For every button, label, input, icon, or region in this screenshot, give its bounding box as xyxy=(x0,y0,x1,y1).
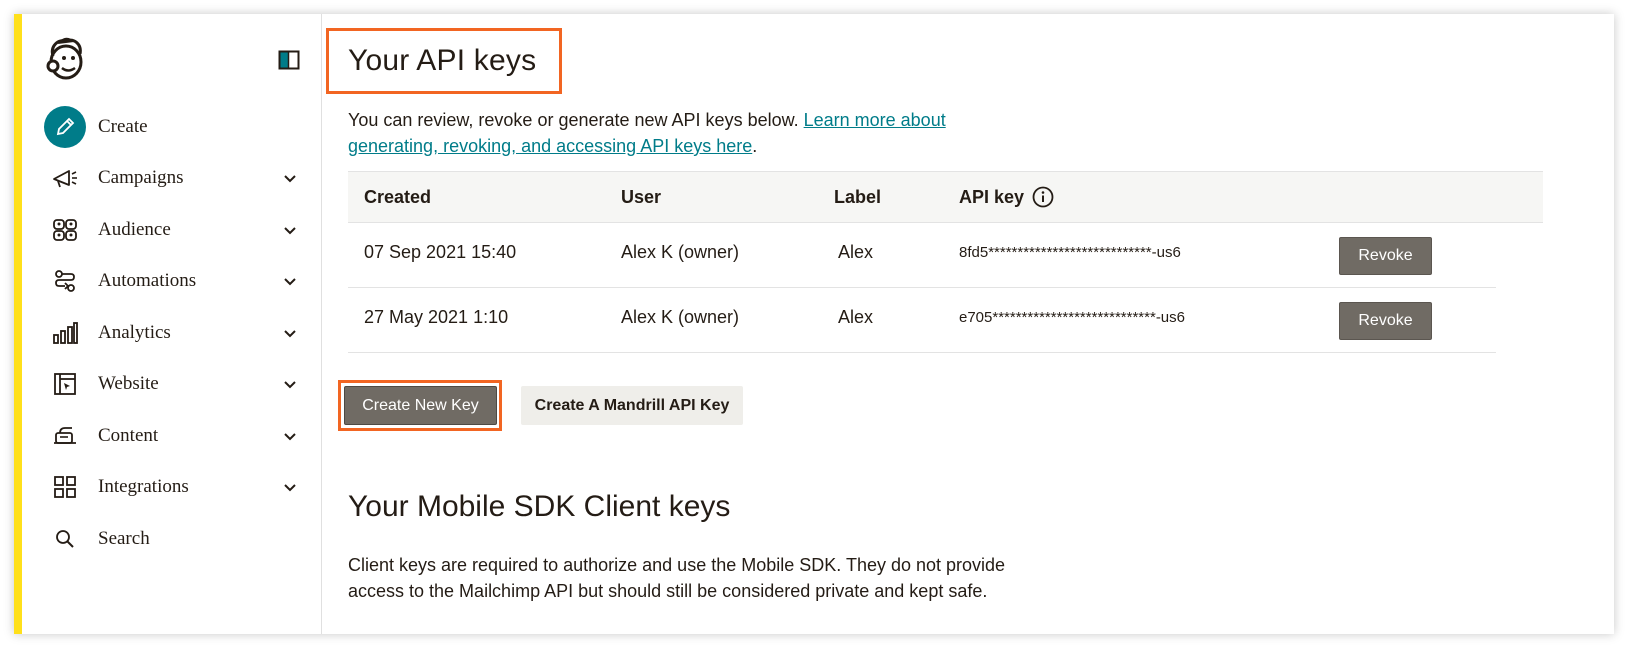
sidebar-item-automations[interactable]: Automations xyxy=(44,259,304,303)
chevron-down-icon xyxy=(284,381,296,389)
column-header-user: User xyxy=(621,187,662,207)
cell-user: Alex K (owner) xyxy=(621,242,740,262)
revoke-button[interactable]: Revoke xyxy=(1339,237,1432,275)
bar-chart-icon xyxy=(44,312,86,354)
sidebar-item-content[interactable]: Content xyxy=(44,414,304,458)
create-new-key-button[interactable]: Create New Key xyxy=(344,386,497,425)
sidebar: Create Campaigns Audience Automations An… xyxy=(22,14,322,634)
sidebar-item-label: Analytics xyxy=(98,322,171,343)
sidebar-item-campaigns[interactable]: Campaigns xyxy=(44,156,304,200)
page-title: Your API keys xyxy=(348,44,537,77)
revoke-button[interactable]: Revoke xyxy=(1339,302,1432,340)
api-keys-table: Created User Label API key 07 Sep 2021 1… xyxy=(348,171,1543,353)
website-icon xyxy=(44,363,86,405)
sidebar-item-label: Campaigns xyxy=(98,167,184,188)
chevron-down-icon xyxy=(284,175,296,183)
content-icon xyxy=(44,415,86,457)
sidebar-item-label: Content xyxy=(98,425,159,446)
sidebar-item-label: Integrations xyxy=(98,476,189,497)
intro-text-end: . xyxy=(752,136,758,156)
sidebar-item-analytics[interactable]: Analytics xyxy=(44,311,304,355)
chevron-down-icon xyxy=(284,278,296,286)
table-row: 07 Sep 2021 15:40 Alex K (owner) Alex 8f… xyxy=(348,223,1496,288)
column-header-created: Created xyxy=(364,187,432,207)
cell-created: 07 Sep 2021 15:40 xyxy=(364,242,517,262)
sidebar-item-label: Search xyxy=(98,528,150,549)
sidebar-item-label: Create xyxy=(98,116,148,137)
app-window: Create Campaigns Audience Automations An… xyxy=(14,14,1614,634)
sidebar-item-create[interactable]: Create xyxy=(44,105,304,149)
chevron-down-icon xyxy=(284,484,296,492)
table-header: Created User Label API key xyxy=(348,171,1543,223)
create-mandrill-key-button[interactable]: Create A Mandrill API Key xyxy=(521,386,743,425)
pencil-icon xyxy=(44,106,86,148)
cell-api-key: 8fd5****************************-us6 xyxy=(959,244,1181,261)
sidebar-item-label: Automations xyxy=(98,270,197,291)
sidebar-toggle-icon[interactable] xyxy=(278,50,300,70)
section-title-mobile-sdk: Your Mobile SDK Client keys xyxy=(348,490,731,523)
column-header-api-key: API key xyxy=(959,187,1025,207)
sidebar-item-search[interactable]: Search xyxy=(44,517,304,561)
cell-created: 27 May 2021 1:10 xyxy=(364,307,509,327)
sidebar-item-label: Website xyxy=(98,373,159,394)
automations-icon xyxy=(44,260,86,302)
intro-text: You can review, revoke or generate new A… xyxy=(348,107,988,159)
accent-bar xyxy=(14,14,22,634)
chevron-down-icon xyxy=(284,227,296,235)
search-icon xyxy=(44,518,86,560)
cell-label: Alex xyxy=(838,307,874,327)
cell-api-key: e705****************************-us6 xyxy=(959,309,1185,326)
chevron-down-icon xyxy=(284,330,296,338)
mailchimp-logo-icon[interactable] xyxy=(44,36,88,82)
column-header-label: Label xyxy=(834,187,882,207)
grid-icon xyxy=(44,466,86,508)
audience-icon xyxy=(44,209,86,251)
sidebar-item-audience[interactable]: Audience xyxy=(44,208,304,252)
table-row: 27 May 2021 1:10 Alex K (owner) Alex e70… xyxy=(348,288,1496,353)
info-icon[interactable] xyxy=(1032,186,1054,208)
sidebar-item-website[interactable]: Website xyxy=(44,362,304,406)
intro-text-body: You can review, revoke or generate new A… xyxy=(348,110,804,130)
sidebar-item-integrations[interactable]: Integrations xyxy=(44,465,304,509)
main-content: Your API keys You can review, revoke or … xyxy=(324,14,1614,634)
sidebar-item-label: Audience xyxy=(98,219,171,240)
chevron-down-icon xyxy=(284,433,296,441)
megaphone-icon xyxy=(44,157,86,199)
cell-label: Alex xyxy=(838,242,874,262)
section-description-mobile-sdk: Client keys are required to authorize an… xyxy=(348,555,1006,601)
cell-user: Alex K (owner) xyxy=(621,307,740,327)
